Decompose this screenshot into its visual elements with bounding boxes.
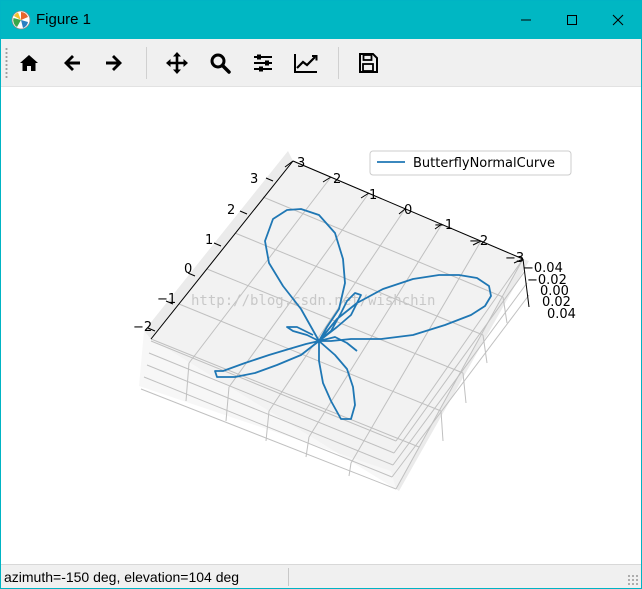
maximize-button[interactable]: [549, 1, 595, 39]
window-title: Figure 1: [36, 11, 92, 28]
xy-pane: [151, 161, 523, 489]
save-floppy-icon: [359, 53, 378, 73]
configure-subplots-icon: [254, 54, 272, 72]
figure-window: Figure 1 3 2 1 0 −1 −2 −3 3 2 1 0 −1 −2 …: [0, 0, 642, 589]
maximize-icon: [567, 15, 577, 25]
navigation-toolbar: [1, 39, 641, 87]
pan-button[interactable]: [163, 49, 191, 77]
title-bar[interactable]: Figure 1: [1, 1, 641, 39]
status-message: azimuth=-150 deg, elevation=104 deg: [4, 569, 240, 585]
status-bar: azimuth=-150 deg, elevation=104 deg: [1, 564, 641, 588]
back-button[interactable]: [58, 49, 86, 77]
home-icon: [20, 55, 38, 71]
y-tick-label: −1: [157, 292, 176, 307]
save-button[interactable]: [354, 49, 382, 77]
toolbar-separator: [338, 47, 339, 79]
y-tick-label: 1: [205, 233, 213, 248]
x-tick-label: −3: [505, 251, 524, 266]
x-tick-label: 0: [404, 203, 412, 218]
forward-button[interactable]: [100, 49, 128, 77]
x-tick-label: 3: [297, 156, 305, 171]
minimize-button[interactable]: [503, 1, 549, 39]
home-button[interactable]: [15, 49, 43, 77]
status-divider: [288, 568, 289, 586]
close-button[interactable]: [595, 1, 641, 39]
configure-subplots-button[interactable]: [249, 49, 277, 77]
zoom-button[interactable]: [206, 49, 234, 77]
watermark-text: http://blog.csdn.net/wishchin: [191, 293, 435, 309]
zoom-magnifier-icon: [210, 53, 231, 74]
y-tick-label: 2: [227, 203, 235, 218]
pan-move-icon: [166, 52, 188, 74]
legend-label: ButterflyNormalCurve: [413, 156, 555, 171]
edit-axis-curve-icon: [294, 54, 318, 73]
edit-axis-button[interactable]: [292, 49, 320, 77]
x-tick-label: 1: [369, 188, 377, 203]
toolbar-grip[interactable]: [5, 47, 8, 79]
3d-axes[interactable]: 3 2 1 0 −1 −2 −3 3 2 1 0 −1 −2 −0.04 −0.…: [1, 88, 641, 564]
back-arrow-icon: [64, 55, 80, 71]
x-tick-label: −2: [469, 234, 488, 249]
matplotlib-logo-icon: [11, 10, 31, 30]
legend[interactable]: ButterflyNormalCurve: [369, 150, 572, 176]
z-tick-label: 0.04: [547, 307, 576, 322]
minimize-icon: [521, 19, 531, 21]
x-tick-label: 2: [333, 172, 341, 187]
figure-canvas[interactable]: 3 2 1 0 −1 −2 −3 3 2 1 0 −1 −2 −0.04 −0.…: [1, 88, 641, 564]
y-tick-label: −2: [133, 320, 152, 335]
y-tick-label: 3: [250, 172, 258, 187]
resize-grip-icon[interactable]: [627, 574, 639, 586]
z-tick-labels: −0.04 −0.02 0.00 0.02 0.04: [523, 261, 576, 322]
close-icon: [612, 14, 624, 26]
toolbar-separator: [146, 47, 147, 79]
x-tick-label: −1: [434, 218, 453, 233]
y-tick-label: 0: [184, 262, 192, 277]
forward-arrow-icon: [106, 55, 122, 71]
